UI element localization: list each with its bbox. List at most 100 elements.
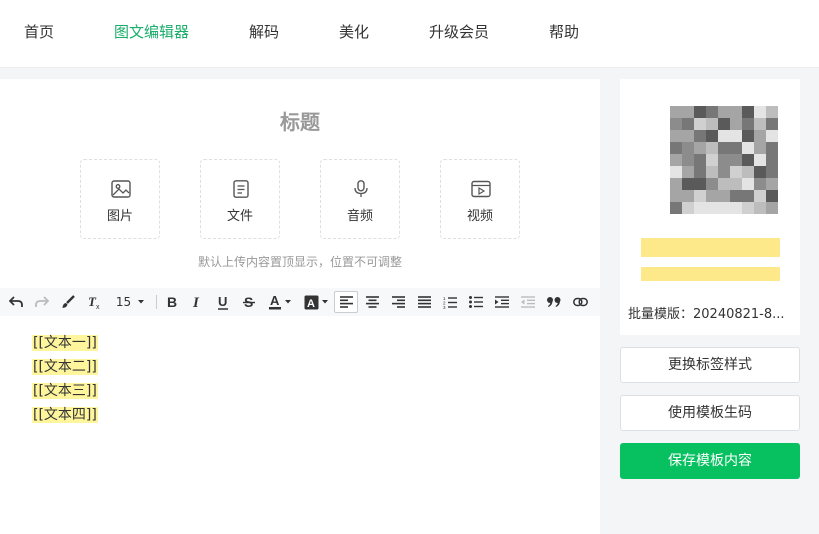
qr-pixel	[754, 202, 766, 214]
content-line[interactable]: [[文本一]]	[32, 331, 98, 355]
content-line[interactable]: [[文本四]]	[32, 403, 98, 427]
batch-template-label: 批量模版：20240821-8...	[628, 307, 785, 322]
qr-pixel	[682, 154, 694, 166]
qr-pixel	[730, 166, 742, 178]
ordered-list-button[interactable]: 123	[440, 288, 460, 316]
qr-pixel	[730, 106, 742, 118]
save-template-button[interactable]: 保存模板内容	[620, 443, 800, 479]
qr-pixel	[766, 154, 778, 166]
underline-button[interactable]: U	[213, 288, 233, 316]
outdent-button[interactable]	[518, 288, 538, 316]
align-center-button[interactable]	[362, 288, 382, 316]
qr-pixel	[742, 130, 754, 142]
qr-pixel	[718, 202, 730, 214]
upload-audio-button[interactable]: 音频	[320, 159, 400, 239]
qr-pixel	[766, 166, 778, 178]
svg-text:A: A	[270, 294, 280, 308]
nav-item-decode[interactable]: 解码	[249, 21, 279, 42]
editor-content[interactable]: [[文本一]] [[文本二]] [[文本三]] [[文本四]]	[32, 331, 98, 427]
nav-item-upgrade[interactable]: 升级会员	[429, 21, 489, 42]
qr-pixel	[706, 106, 718, 118]
qr-pixel	[766, 130, 778, 142]
font-color-button[interactable]: A	[265, 288, 295, 316]
template-preview-card: 批量模版：20240821-8...	[620, 79, 800, 335]
upload-video-label: 视频	[466, 209, 493, 224]
indent-button[interactable]	[492, 288, 512, 316]
qr-pixel	[670, 202, 682, 214]
italic-button[interactable]: I	[187, 288, 207, 316]
qr-pixel	[754, 106, 766, 118]
bold-icon: B	[167, 295, 177, 309]
qr-pixel	[718, 106, 730, 118]
label-placeholder-bar	[641, 267, 780, 281]
qr-pixel	[754, 118, 766, 130]
redo-button[interactable]	[32, 288, 52, 316]
svg-text:A: A	[307, 298, 315, 310]
change-label-style-button[interactable]: 更换标签样式	[620, 347, 800, 383]
svg-text:B: B	[167, 295, 177, 309]
qr-pixel	[694, 166, 706, 178]
align-left-button[interactable]	[334, 291, 358, 313]
justify-button[interactable]	[414, 288, 434, 316]
link-button[interactable]	[570, 288, 590, 316]
upload-image-button[interactable]: 图片	[80, 159, 160, 239]
quote-button[interactable]	[544, 288, 564, 316]
font-color-icon: A	[269, 294, 281, 310]
align-right-icon	[391, 296, 405, 308]
nav-item-editor[interactable]: 图文编辑器	[114, 21, 189, 42]
qr-pixel	[706, 166, 718, 178]
bold-button[interactable]: B	[162, 288, 182, 316]
indent-icon	[495, 296, 509, 308]
clear-format-button[interactable]: Tx	[84, 288, 104, 316]
svg-text:3: 3	[443, 305, 446, 309]
content-line[interactable]: [[文本二]]	[32, 355, 98, 379]
upload-file-button[interactable]: 文件	[200, 159, 280, 239]
qr-pixel	[682, 130, 694, 142]
qr-pixel	[718, 142, 730, 154]
bullet-list-button[interactable]	[466, 288, 486, 316]
format-painter-button[interactable]	[58, 288, 78, 316]
page-title[interactable]: 标题	[0, 106, 600, 135]
qr-pixel	[694, 202, 706, 214]
nav-item-home[interactable]: 首页	[24, 21, 54, 42]
background-color-button[interactable]: A	[301, 288, 331, 316]
align-right-button[interactable]	[388, 288, 408, 316]
ordered-list-icon: 123	[443, 296, 457, 309]
qr-pixel	[730, 154, 742, 166]
microphone-icon	[354, 180, 368, 197]
undo-icon	[9, 296, 23, 307]
qr-pixel	[754, 154, 766, 166]
content-line[interactable]: [[文本三]]	[32, 379, 98, 403]
qr-pixel	[670, 142, 682, 154]
italic-icon: I	[192, 295, 200, 309]
qr-pixel	[682, 118, 694, 130]
qr-pixel	[766, 142, 778, 154]
qr-pixel	[706, 130, 718, 142]
qr-pixel	[742, 118, 754, 130]
strikethrough-button[interactable]: S	[239, 288, 259, 316]
brush-icon	[62, 295, 75, 308]
qr-pixel	[670, 118, 682, 130]
upload-file-label: 文件	[226, 209, 253, 224]
qr-pixel	[694, 118, 706, 130]
qr-pixel	[670, 154, 682, 166]
nav-item-help[interactable]: 帮助	[549, 21, 579, 42]
qr-pixel	[706, 190, 718, 202]
qr-pixel	[694, 190, 706, 202]
caret-down-icon	[138, 300, 145, 304]
qr-pixel	[766, 190, 778, 202]
qr-pixel	[742, 190, 754, 202]
qr-pixel	[718, 166, 730, 178]
upload-video-button[interactable]: 视频	[440, 159, 520, 239]
use-template-generate-button[interactable]: 使用模板生码	[620, 395, 800, 431]
qr-pixel	[754, 178, 766, 190]
qr-pixel	[694, 142, 706, 154]
nav-item-beautify[interactable]: 美化	[339, 21, 369, 42]
undo-button[interactable]	[6, 288, 26, 316]
placeholder-tag: [[文本一]]	[32, 335, 98, 351]
qr-pixel	[742, 166, 754, 178]
font-size-select[interactable]: 15	[112, 288, 150, 316]
qr-pixel	[742, 154, 754, 166]
align-center-icon	[365, 296, 379, 308]
qr-pixel	[694, 130, 706, 142]
